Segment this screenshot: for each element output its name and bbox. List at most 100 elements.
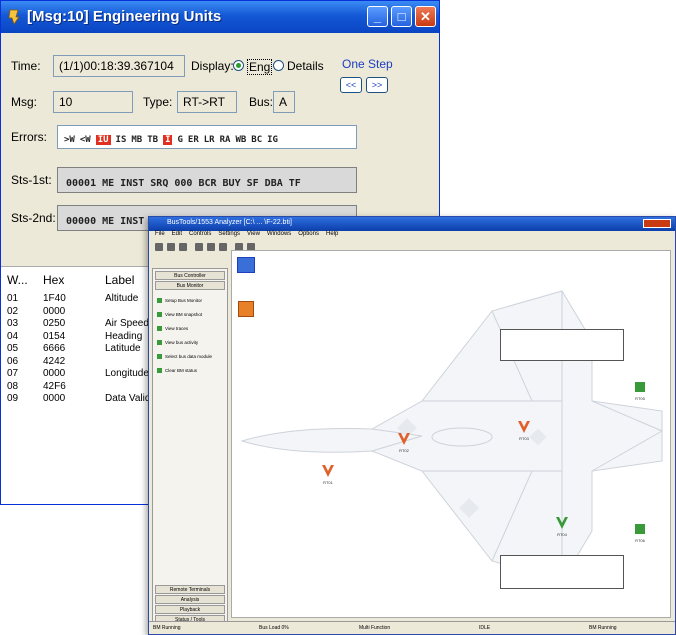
rt-node-label: RT01 [323,480,333,485]
sts1-value: 00001 ME INST SRQ 000 BCR BUY SF DBA TF [66,178,301,189]
error-flag: ER [187,135,199,145]
rt-node-1[interactable]: RT01 [320,463,336,485]
rt-node-2[interactable]: RT02 [396,431,412,453]
word-cell: 01 [7,293,19,304]
rt-node-6[interactable]: RT06 [632,521,648,543]
step-forward-button[interactable]: >> [366,77,388,93]
sts2-label: Sts-2nd: [11,211,56,225]
error-flag: I [163,135,173,145]
sidebar-action[interactable]: Select bus data module [157,353,212,361]
rt-node-4[interactable]: RT04 [554,515,570,537]
hex-cell: 42F6 [43,380,66,392]
word-cell: 06 [7,355,19,367]
table-row[interactable]: 03 0250 Air Speed [1,318,151,330]
bus-analyzer-window: BusTools/1553 Analyzer [C:\ ... \F-22.bt… [148,216,676,635]
hex-cell: 0000 [43,393,66,404]
bus-monitor-node[interactable] [236,301,256,317]
rt-node-5[interactable]: RT05 [632,379,648,401]
monitor-icon [238,301,254,317]
table-row[interactable]: 01 1F40 Altitude [1,293,151,305]
status-function: Multi Function [359,625,391,631]
analyzer-title-bar[interactable]: BusTools/1553 Analyzer [C:\ ... \F-22.bt… [149,217,675,231]
table-row[interactable]: 05 6666 Latitude [1,343,151,355]
label-cell: Air Speed [105,318,149,329]
label-cell: Heading [105,330,143,342]
save-icon[interactable] [179,243,187,251]
rt-data-table-top [500,329,624,361]
sidebar-action[interactable]: View traces [157,325,188,333]
minimize-button[interactable]: _ [367,6,388,27]
menu-item[interactable]: File [155,231,165,237]
error-flag: G [177,135,183,145]
status-bar: BM Running Bus Load 0% Multi Function ID… [149,621,675,634]
one-step-label: One Step [342,57,393,71]
word-cell: 03 [7,318,19,329]
word-cell: 02 [7,305,19,317]
column-header-hex[interactable]: Hex [43,273,64,287]
sidebar-button[interactable]: Bus Monitor [155,281,225,290]
time-field: (1/1)00:18:39.367104 [53,55,185,77]
bus-controller-node[interactable] [236,257,256,273]
type-field: RT->RT [177,91,237,113]
table-row[interactable]: 06 4242 [1,356,151,368]
rt-data-table-bottom [500,555,624,589]
sidebar-action-label: View traces [165,326,189,331]
sidebar-button[interactable]: Playback [155,605,225,614]
display-details-label[interactable]: Details [287,59,324,73]
column-header-word[interactable]: W... [7,273,28,287]
column-header-label[interactable]: Label [105,273,134,287]
display-eng-radio[interactable] [233,60,244,71]
menu-item[interactable]: Edit [172,231,182,237]
pause-icon[interactable] [219,243,227,251]
display-details-radio[interactable] [273,60,284,71]
close-button[interactable]: ✕ [415,6,436,27]
hex-cell: 4242 [43,355,66,367]
table-row[interactable]: 07 0000 Longitude [1,368,151,380]
error-flag: BC [251,135,263,145]
sidebar-action[interactable]: Setup Bus Monitor [157,297,202,305]
table-row[interactable]: 08 42F6 [1,381,151,393]
error-flag: WB [235,135,247,145]
menu-item[interactable]: Options [298,231,319,237]
rt-node-3[interactable]: RT03 [516,419,532,441]
label-cell: Longitude [105,368,149,379]
title-bar[interactable]: [Msg:10] Engineering Units _ □ ✕ [1,1,439,33]
error-flag: >W [64,135,75,145]
menu-item[interactable]: Controls [189,231,211,237]
error-flag: TB [147,135,159,145]
open-icon[interactable] [167,243,175,251]
bus-topology-canvas[interactable]: RT01 RT02 RT03 RT04 RT05 RT06 [231,250,671,618]
sidebar-action[interactable]: View bus activity [157,339,198,347]
sidebar-action[interactable]: Clear BM status [157,367,197,375]
error-flag: LR [203,135,215,145]
sidebar-button[interactable]: Remote Terminals [155,585,225,594]
menu-item[interactable]: Windows [267,231,291,237]
word-cell: 09 [7,393,19,404]
navigation-sidebar: Bus Controller Bus Monitor Setup Bus Monit… [152,268,228,628]
error-flag: IS [115,135,127,145]
sidebar-button[interactable]: Bus Controller [155,271,225,280]
sidebar-button[interactable]: Analysis [155,595,225,604]
analyzer-close-button[interactable] [643,219,671,228]
menu-item[interactable]: Help [326,231,338,237]
label-cell: Latitude [105,343,141,354]
menu-item[interactable]: View [247,231,260,237]
table-row[interactable]: 02 0000 [1,306,151,318]
step-back-button[interactable]: << [340,77,362,93]
table-row[interactable]: 09 0000 Data Valid [1,393,151,405]
rt-node-label: RT04 [557,532,567,537]
new-icon[interactable] [155,243,163,251]
hex-cell: 0250 [43,318,66,329]
analyzer-title: BusTools/1553 Analyzer [C:\ ... \F-22.bt… [167,219,292,226]
menu-item[interactable]: Settings [218,231,240,237]
time-label: Time: [11,59,41,73]
errors-label: Errors: [11,130,47,144]
stop-icon[interactable] [207,243,215,251]
display-eng-label[interactable]: Eng [247,59,273,75]
sidebar-action[interactable]: View BM snapshot [157,311,202,319]
run-icon[interactable] [195,243,203,251]
table-row[interactable]: 04 0154 Heading [1,331,151,343]
maximize-button[interactable]: □ [391,6,412,27]
action-icon [157,312,162,318]
status-bus-load: Bus Load 0% [259,625,289,631]
